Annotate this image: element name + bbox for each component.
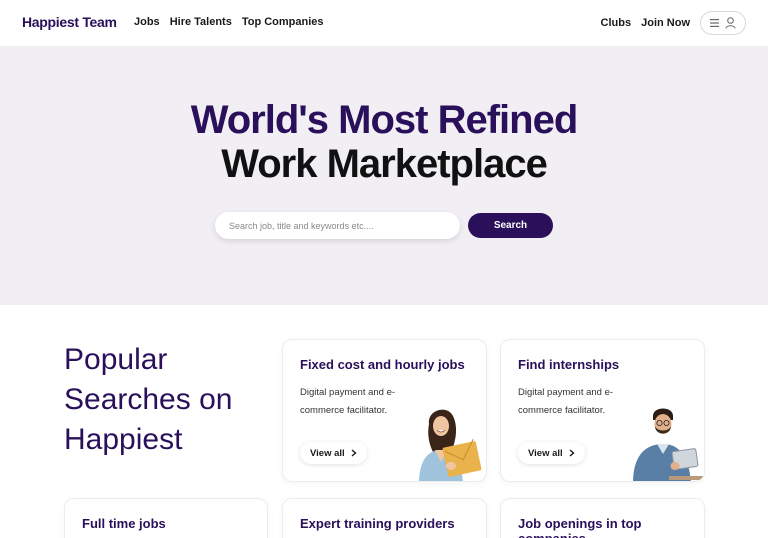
view-all-label: View all <box>528 447 563 459</box>
user-icon <box>725 17 736 29</box>
card-title: Full time jobs <box>82 516 166 531</box>
chevron-right-icon <box>569 449 575 457</box>
chevron-right-icon <box>351 449 357 457</box>
hero-title-line2: Work Marketplace <box>221 142 548 186</box>
header-right: Clubs Join Now <box>601 11 746 35</box>
view-all-label: View all <box>310 447 345 459</box>
card-find-internships[interactable]: Find internships Digital payment and e-c… <box>500 339 705 482</box>
logo[interactable]: Happiest Team <box>22 14 117 30</box>
main-nav: Jobs Hire Talents Top Companies <box>134 16 324 28</box>
search-button[interactable]: Search <box>468 213 553 238</box>
search-input[interactable] <box>215 212 460 239</box>
card-title: Fixed cost and hourly jobs <box>300 357 465 372</box>
card-fixed-cost-jobs[interactable]: Fixed cost and hourly jobs Digital payme… <box>282 339 487 482</box>
view-all-button[interactable]: View all <box>300 442 367 464</box>
nav-hire-talents[interactable]: Hire Talents <box>170 16 232 28</box>
nav-top-companies[interactable]: Top Companies <box>242 16 324 28</box>
nav-clubs[interactable]: Clubs <box>601 17 632 29</box>
top-header: Happiest Team Jobs Hire Talents Top Comp… <box>0 0 768 46</box>
card-title: Expert training providers <box>300 516 455 531</box>
card-job-openings-top-companies[interactable]: Job openings in top companies <box>500 498 705 538</box>
hero-section: World's Most Refined Work Marketplace Se… <box>0 46 768 305</box>
view-all-button[interactable]: View all <box>518 442 585 464</box>
card-expert-training-providers[interactable]: Expert training providers <box>282 498 487 538</box>
card-title: Find internships <box>518 357 620 372</box>
popular-searches-title: Popular Searches on Happiest <box>64 343 233 456</box>
hero-title-line1: World's Most Refined <box>190 98 579 142</box>
man-with-tablet-illustration <box>633 408 704 481</box>
card-full-time-jobs[interactable]: Full time jobs <box>64 498 268 538</box>
card-title: Job openings in top companies <box>518 516 642 538</box>
nav-jobs[interactable]: Jobs <box>134 16 160 28</box>
user-menu-button[interactable] <box>700 11 746 35</box>
join-now-link[interactable]: Join Now <box>641 17 690 29</box>
hamburger-icon <box>710 19 719 27</box>
woman-with-envelope-illustration <box>419 409 482 481</box>
